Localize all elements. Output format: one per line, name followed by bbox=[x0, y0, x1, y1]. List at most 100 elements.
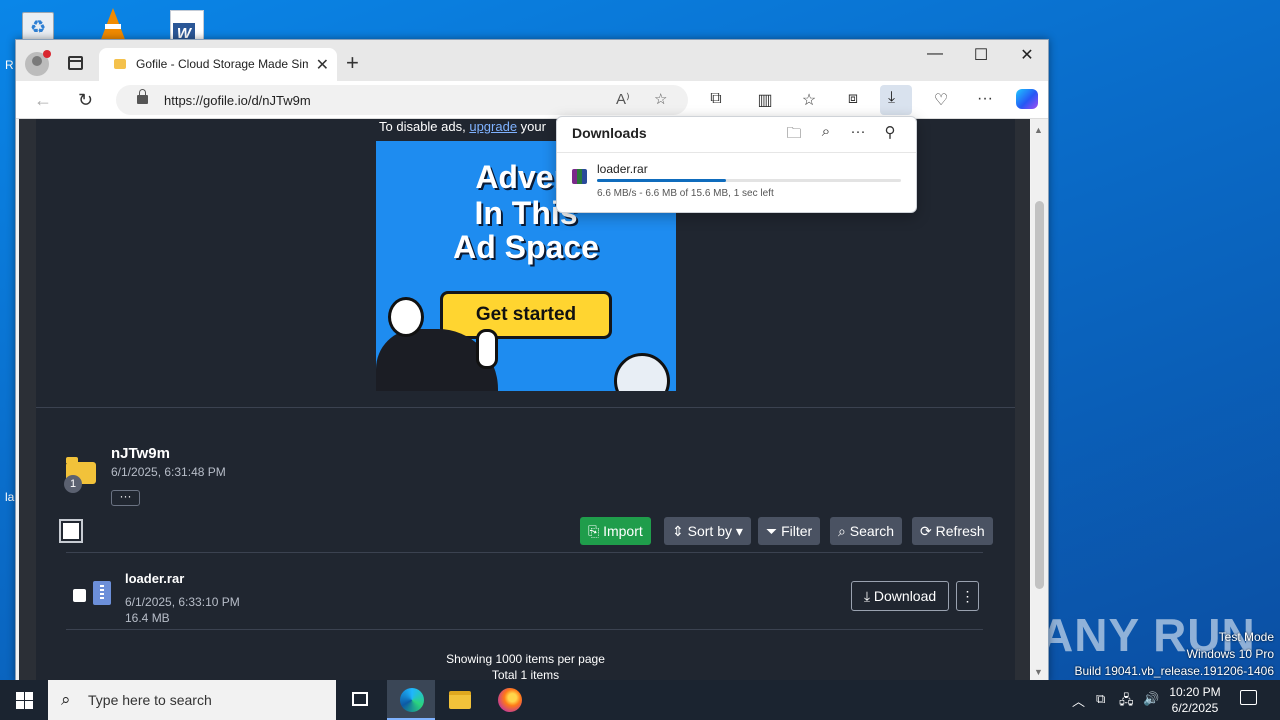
refresh-button[interactable]: ⟳ Refresh bbox=[912, 517, 993, 545]
notification-dot bbox=[43, 50, 51, 58]
open-folder-icon[interactable]: 🗀 bbox=[783, 123, 805, 148]
show-hidden-icons-icon[interactable]: ︿ bbox=[1072, 691, 1085, 710]
ad-illustration-coin bbox=[614, 353, 670, 391]
read-aloud-icon[interactable]: A⁾ bbox=[616, 90, 630, 108]
tab-bar: Gofile - Cloud Storage Made Simple ✕ + —… bbox=[16, 40, 1048, 81]
import-button[interactable]: ⎘ Import bbox=[580, 517, 651, 545]
folder-name: nJTw9m bbox=[111, 445, 170, 462]
new-tab-button[interactable]: + bbox=[346, 50, 359, 76]
clock-time: 10:20 PM bbox=[1169, 685, 1221, 699]
vertical-scrollbar[interactable]: ▲ ▼ bbox=[1031, 119, 1048, 681]
downloads-title: Downloads bbox=[572, 125, 647, 141]
file-date: 6/1/2025, 6:33:10 PM bbox=[125, 595, 240, 609]
download-button[interactable]: ⤓ Download bbox=[851, 581, 949, 611]
url-text: https://gofile.io/d/nJTw9m bbox=[164, 93, 311, 108]
firefox-icon bbox=[498, 688, 522, 712]
back-arrow-icon[interactable]: ← bbox=[34, 90, 52, 111]
split-screen-icon[interactable]: ▥ bbox=[753, 90, 777, 110]
volume-icon[interactable]: 🔊 bbox=[1143, 691, 1159, 707]
select-all-checkbox[interactable] bbox=[59, 519, 83, 543]
search-icon: ⌕ bbox=[838, 523, 850, 539]
scroll-thumb[interactable] bbox=[1035, 201, 1044, 589]
meet-now-icon[interactable]: ⧉ bbox=[1096, 691, 1105, 707]
sort-by-button[interactable]: ⇕ Sort by ▾ bbox=[664, 517, 751, 545]
folder-count-badge: 1 bbox=[64, 475, 82, 493]
watermark-build: Build 19041.vb_release.191206-1406 bbox=[1074, 664, 1275, 678]
gofile-favicon-icon bbox=[114, 59, 126, 69]
ad-get-started-button[interactable]: Get started bbox=[440, 291, 612, 339]
file-checkbox[interactable] bbox=[73, 589, 86, 602]
scroll-up-arrow-icon[interactable]: ▲ bbox=[1034, 125, 1043, 135]
download-status: 6.6 MB/s - 6.6 MB of 15.6 MB, 1 sec left bbox=[597, 188, 774, 199]
search-icon: ⌕ bbox=[61, 690, 71, 709]
task-view-button[interactable] bbox=[336, 680, 384, 720]
task-view-icon bbox=[352, 692, 368, 706]
collections-icon[interactable]: ⧈ bbox=[841, 90, 865, 108]
clock-date: 6/2/2025 bbox=[1171, 701, 1219, 715]
winrar-file-icon bbox=[572, 169, 587, 184]
taskbar-edge[interactable] bbox=[387, 680, 435, 720]
watermark-edition: Windows 10 Pro bbox=[1186, 647, 1274, 661]
copilot-icon[interactable] bbox=[1016, 89, 1038, 109]
folder-date: 6/1/2025, 6:31:48 PM bbox=[111, 465, 226, 479]
download-icon: ⤓ bbox=[888, 89, 896, 106]
download-filename[interactable]: loader.rar bbox=[597, 162, 648, 176]
favorites-icon[interactable]: ☆ bbox=[797, 90, 821, 110]
search-downloads-icon[interactable]: ⌕ bbox=[815, 123, 837, 140]
scroll-down-arrow-icon[interactable]: ▼ bbox=[1034, 667, 1043, 677]
pin-icon[interactable]: ⚲ bbox=[879, 123, 901, 141]
downloads-toolbar-button[interactable]: ⤓ bbox=[880, 85, 912, 115]
system-clock[interactable]: 10:20 PM 6/2/2025 bbox=[1160, 684, 1230, 716]
taskbar: ⌕ Type here to search ︿ ⧉ 🖧 🔊 10:20 PM 6… bbox=[0, 680, 1280, 720]
folder-more-button[interactable]: ··· bbox=[111, 490, 140, 506]
refresh-icon[interactable]: ↻ bbox=[78, 90, 93, 111]
browser-essentials-icon[interactable]: ♡ bbox=[929, 90, 953, 110]
file-name[interactable]: loader.rar bbox=[125, 571, 184, 586]
start-button[interactable] bbox=[0, 680, 48, 720]
browser-toolbar: ← ↻ https://gofile.io/d/nJTw9m A⁾ ☆ ⧉ ▥ … bbox=[16, 81, 1048, 119]
recycle-bin-icon[interactable] bbox=[16, 4, 60, 44]
tab-close-icon[interactable]: ✕ bbox=[316, 55, 329, 75]
word-document-icon[interactable]: W bbox=[164, 4, 208, 46]
lock-icon[interactable] bbox=[137, 89, 148, 104]
more-options-icon[interactable]: ··· bbox=[847, 123, 869, 140]
network-icon[interactable]: 🖧 bbox=[1119, 691, 1134, 713]
profile-avatar[interactable] bbox=[25, 50, 51, 76]
desktop-icon-label-fragment: R bbox=[5, 58, 14, 72]
watermark-test-mode: Test Mode bbox=[1218, 630, 1274, 644]
archive-file-icon bbox=[93, 581, 111, 605]
filter-button[interactable]: ⏷ Filter bbox=[758, 517, 821, 545]
minimize-button[interactable]: — bbox=[912, 45, 958, 63]
taskbar-firefox[interactable] bbox=[485, 680, 533, 720]
file-menu-button[interactable]: ⋮ bbox=[956, 581, 979, 611]
sort-icon: ⇕ bbox=[672, 523, 688, 539]
maximize-button[interactable]: ☐ bbox=[958, 45, 1004, 65]
extensions-icon[interactable]: ⧉ bbox=[704, 90, 728, 108]
search-button[interactable]: ⌕ Search bbox=[830, 517, 903, 545]
edge-icon bbox=[400, 688, 424, 712]
taskbar-search-box[interactable]: ⌕ Type here to search bbox=[48, 680, 336, 720]
action-center-icon[interactable] bbox=[1240, 690, 1257, 705]
desktop-icon-label-fragment: la bbox=[5, 490, 15, 504]
tab-title: Gofile - Cloud Storage Made Simple bbox=[136, 57, 308, 71]
ad-illustration-hand bbox=[476, 329, 498, 369]
tab-actions-icon[interactable] bbox=[68, 56, 83, 70]
upgrade-link[interactable]: upgrade bbox=[469, 119, 517, 134]
address-bar[interactable]: https://gofile.io/d/nJTw9m A⁾ ☆ bbox=[116, 85, 688, 115]
ad-headline-line3: Ad Space bbox=[453, 229, 599, 265]
downloads-flyout: Downloads 🗀 ⌕ ··· ⚲ loader.rar 6.6 MB/s … bbox=[556, 116, 917, 213]
section-divider bbox=[36, 407, 1015, 408]
download-progress-fill bbox=[597, 179, 726, 182]
tab-gofile[interactable]: Gofile - Cloud Storage Made Simple ✕ bbox=[99, 48, 337, 81]
taskbar-file-explorer[interactable] bbox=[436, 680, 484, 720]
more-menu-icon[interactable]: ··· bbox=[973, 90, 997, 108]
flyout-divider bbox=[557, 152, 916, 153]
file-explorer-icon bbox=[449, 691, 471, 709]
favorite-star-icon[interactable]: ☆ bbox=[654, 90, 667, 108]
search-placeholder: Type here to search bbox=[88, 692, 212, 708]
items-per-page-text: Showing 1000 items per page bbox=[446, 652, 605, 666]
download-icon: ⤓ bbox=[863, 588, 874, 604]
import-icon: ⎘ bbox=[588, 523, 604, 539]
vlc-icon[interactable] bbox=[92, 4, 136, 44]
close-window-button[interactable]: ✕ bbox=[1004, 45, 1048, 65]
